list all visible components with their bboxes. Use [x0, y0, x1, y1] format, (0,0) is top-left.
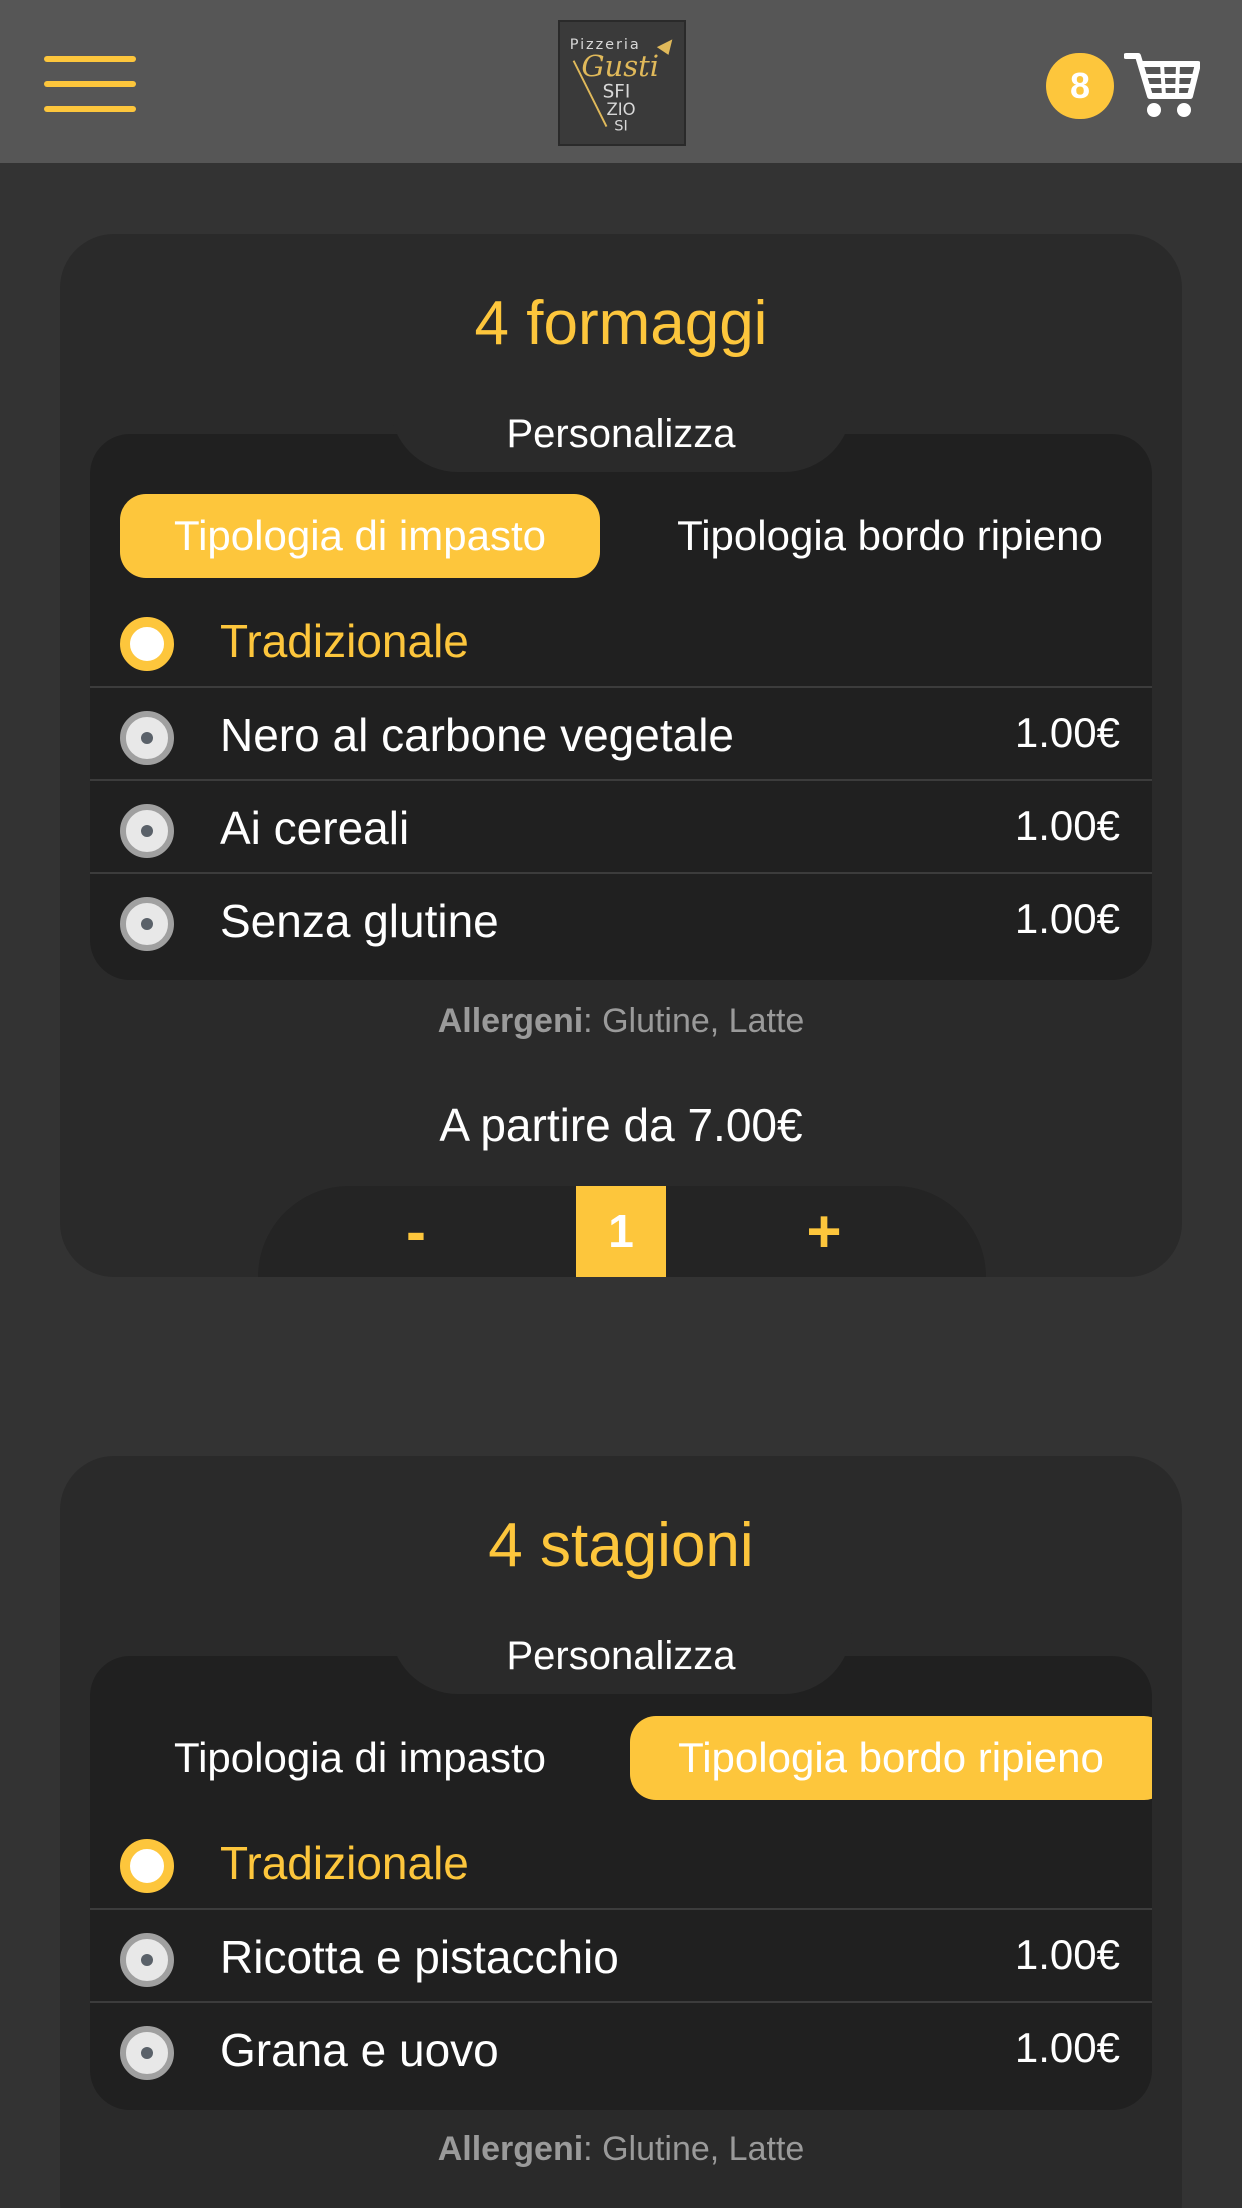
price-from: A partire da 7.00€: [439, 1099, 803, 1151]
option-row[interactable]: Senza glutine 1.00€: [90, 872, 1152, 966]
option-row[interactable]: Tradizionale: [90, 594, 1152, 688]
allergens-info: Allergeni: Glutine, Latte: [60, 2130, 1182, 2169]
customize-header: Personalizza: [390, 1626, 852, 1694]
option-row[interactable]: Ai cereali 1.00€: [90, 779, 1152, 873]
option-label: Nero al carbone vegetale: [220, 709, 734, 761]
allergens-value: : Glutine, Latte: [583, 2130, 805, 2168]
quantity-stepper: - 1 +: [258, 1186, 986, 1277]
allergens-label: Allergeni: [437, 2130, 584, 2168]
radio-unselected-icon[interactable]: [120, 897, 174, 951]
option-label: Senza glutine: [220, 895, 499, 947]
radio-unselected-icon[interactable]: [120, 711, 174, 765]
pizzeria-logo[interactable]: Pizzeria Gusti SFI ZIO SI: [558, 20, 686, 146]
option-row[interactable]: Ricotta e pistacchio 1.00€: [90, 1908, 1152, 2002]
option-label: Tradizionale: [220, 615, 469, 667]
customize-panel: Tipologia di impasto Tipologia bordo rip…: [90, 1656, 1152, 2110]
option-price: 1.00€: [1014, 2024, 1120, 2071]
customize-panel: Tipologia di impasto Tipologia bordo rip…: [90, 434, 1152, 980]
option-price: 1.00€: [1014, 1931, 1120, 1978]
app-header: Pizzeria Gusti SFI ZIO SI 8: [0, 0, 1242, 163]
svg-text:Gusti: Gusti: [581, 49, 659, 83]
tab-tipologia-bordo[interactable]: Tipologia bordo ripieno: [630, 1716, 1152, 1800]
product-title: 4 stagioni: [488, 1511, 754, 1580]
option-row[interactable]: Grana e uovo 1.00€: [90, 2001, 1152, 2095]
allergens-info: Allergeni: Glutine, Latte: [60, 1002, 1182, 1041]
option-label: Ai cereali: [220, 802, 410, 854]
option-tabs: Tipologia di impasto Tipologia bordo rip…: [90, 494, 1152, 578]
option-row[interactable]: Nero al carbone vegetale 1.00€: [90, 686, 1152, 780]
decrease-quantity-button[interactable]: -: [356, 1186, 476, 1277]
tab-tipologia-impasto[interactable]: Tipologia di impasto: [120, 1716, 600, 1800]
radio-unselected-icon[interactable]: [120, 1933, 174, 1987]
quantity-value: 1: [576, 1186, 666, 1277]
cart-count-badge[interactable]: 8: [1046, 53, 1114, 119]
radio-unselected-icon[interactable]: [120, 804, 174, 858]
customize-header: Personalizza: [390, 404, 852, 472]
option-price: 1.00€: [1014, 802, 1120, 849]
svg-text:SI: SI: [614, 118, 628, 134]
radio-unselected-icon[interactable]: [120, 2026, 174, 2080]
tab-tipologia-bordo[interactable]: Tipologia bordo ripieno: [650, 494, 1130, 578]
option-price: 1.00€: [1014, 895, 1120, 942]
product-title: 4 formaggi: [474, 289, 768, 358]
radio-selected-icon[interactable]: [120, 617, 174, 671]
option-tabs: Tipologia di impasto Tipologia bordo rip…: [90, 1716, 1152, 1800]
option-label: Grana e uovo: [220, 2024, 499, 2076]
hamburger-menu-icon[interactable]: [44, 56, 136, 112]
product-card: 4 stagioni Personalizza Tipologia di imp…: [60, 1456, 1182, 2208]
increase-quantity-button[interactable]: +: [764, 1186, 884, 1277]
radio-selected-icon[interactable]: [120, 1839, 174, 1893]
option-price: 1.00€: [1014, 709, 1120, 756]
logo-image: Pizzeria Gusti SFI ZIO SI: [570, 37, 673, 134]
product-card: 4 formaggi Personalizza Tipologia di imp…: [60, 234, 1182, 1277]
svg-text:ZIO: ZIO: [607, 100, 636, 119]
allergens-value: : Glutine, Latte: [583, 1002, 805, 1040]
option-row[interactable]: Tradizionale: [90, 1816, 1152, 1910]
tab-tipologia-impasto[interactable]: Tipologia di impasto: [120, 494, 600, 578]
option-label: Ricotta e pistacchio: [220, 1931, 619, 1983]
allergens-label: Allergeni: [437, 1002, 584, 1040]
shopping-cart-icon[interactable]: [1123, 50, 1201, 120]
option-label: Tradizionale: [220, 1837, 469, 1889]
